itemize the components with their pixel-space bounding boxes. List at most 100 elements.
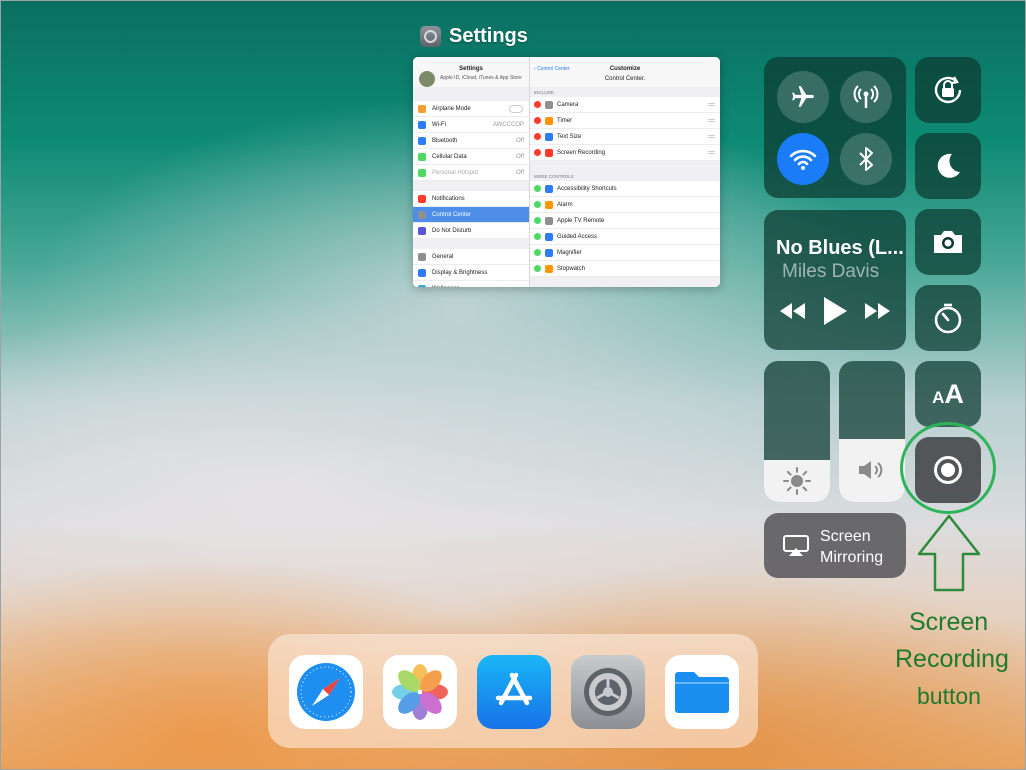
control-row-label: Screen Recording <box>557 149 606 156</box>
control-row-icon <box>545 148 553 157</box>
settings-row[interactable]: General <box>413 249 529 265</box>
control-row-icon <box>545 232 553 241</box>
settings-row[interactable]: Control Center <box>413 207 529 223</box>
add-icon[interactable] <box>534 233 541 240</box>
settings-row[interactable]: Cellular Data Off <box>413 149 529 165</box>
volume-slider[interactable] <box>839 361 905 502</box>
more-controls-header: MORE CONTROLS <box>534 174 574 179</box>
control-row-label: Text Size <box>557 133 582 140</box>
photos-icon[interactable] <box>383 655 457 729</box>
control-row[interactable]: Guided Access <box>530 229 720 245</box>
settings-app-snapshot[interactable]: Settings Apple ID, iCloud, iTunes & App … <box>413 57 720 287</box>
settings-icon[interactable] <box>571 655 645 729</box>
airplay-icon <box>783 535 809 556</box>
control-row-icon <box>545 264 553 273</box>
control-row[interactable]: Accessibility Shortcuts <box>530 181 720 197</box>
bluetooth-toggle[interactable] <box>840 133 892 185</box>
wifi-toggle[interactable] <box>777 133 829 185</box>
reorder-grip-icon[interactable] <box>708 103 715 106</box>
control-row-label: Alarm <box>557 201 573 208</box>
include-header: INCLUDE <box>534 90 554 95</box>
reorder-grip-icon[interactable] <box>708 135 715 138</box>
control-row[interactable]: Apple TV Remote <box>530 213 720 229</box>
dock <box>268 634 758 748</box>
settings-header: Settings Apple ID, iCloud, iTunes & App … <box>413 57 529 87</box>
customize-pane: ‹ Control Center Customize Control Cente… <box>530 57 720 287</box>
bluetooth-icon <box>859 147 873 171</box>
timer-icon <box>934 303 962 334</box>
settings-row[interactable]: Personal Hotspot Off <box>413 165 529 181</box>
control-row[interactable]: Magnifier <box>530 245 720 261</box>
rotation-lock-icon <box>934 76 962 104</box>
control-row-icon <box>545 184 553 193</box>
screen-mirroring-label-line1: Screen <box>820 528 871 545</box>
settings-row[interactable]: Do Not Disturb <box>413 223 529 239</box>
settings-row-value: Off <box>516 153 524 160</box>
settings-row-label: Do Not Disturb <box>432 227 472 234</box>
fast-forward-icon[interactable] <box>864 302 892 320</box>
settings-row[interactable]: Wi-Fi AWCCCOP <box>413 117 529 133</box>
add-icon[interactable] <box>534 201 541 208</box>
annotation-line3: button <box>917 683 981 709</box>
settings-row-icon <box>418 284 426 287</box>
settings-row[interactable]: Notifications <box>413 191 529 207</box>
up-arrow-icon <box>917 514 981 592</box>
customize-title: Customize <box>609 66 641 72</box>
add-icon[interactable] <box>534 249 541 256</box>
screen-mirroring-button[interactable]: Screen Mirroring <box>764 513 906 578</box>
annotation-line1: Screen <box>909 608 989 636</box>
settings-row[interactable]: Bluetooth Off <box>413 133 529 149</box>
toggle-switch[interactable] <box>509 104 523 113</box>
control-row-icon <box>545 100 553 109</box>
remove-icon[interactable] <box>534 133 541 140</box>
control-row[interactable]: Alarm <box>530 197 720 213</box>
app-store-icon[interactable] <box>477 655 551 729</box>
rewind-icon[interactable] <box>778 302 806 320</box>
sun-icon <box>783 466 811 495</box>
antenna-icon <box>853 85 879 108</box>
play-icon[interactable] <box>822 296 848 326</box>
artist-name: Miles Davis <box>782 261 880 282</box>
remove-icon[interactable] <box>534 117 541 124</box>
control-row[interactable]: Screen Recording <box>530 145 720 161</box>
connectivity-module <box>764 57 906 198</box>
settings-row-label: Wallpaper <box>432 286 459 288</box>
text-size-button[interactable]: AA <box>915 361 981 427</box>
reorder-grip-icon[interactable] <box>708 151 715 154</box>
settings-row-label: Airplane Mode <box>432 105 471 112</box>
settings-row-icon <box>418 136 426 145</box>
screen-mirroring-label-line2: Mirroring <box>820 549 884 566</box>
remove-icon[interactable] <box>534 101 541 108</box>
settings-row-icon <box>418 194 426 203</box>
now-playing-module[interactable]: No Blues (L... Miles Davis <box>764 210 906 350</box>
add-icon[interactable] <box>534 217 541 224</box>
brightness-slider[interactable] <box>764 361 830 502</box>
remove-icon[interactable] <box>534 149 541 156</box>
app-switcher-title: Settings <box>420 25 528 48</box>
settings-row[interactable]: Display & Brightness <box>413 265 529 281</box>
settings-row-label: Cellular Data <box>432 153 467 160</box>
settings-row-icon <box>418 210 426 219</box>
camera-button[interactable] <box>915 209 981 275</box>
settings-row-icon <box>418 168 426 177</box>
settings-row-label: General <box>432 253 454 260</box>
airplane-mode-toggle[interactable] <box>777 71 829 123</box>
control-row[interactable]: Timer <box>530 113 720 129</box>
control-row-label: Magnifier <box>557 249 582 256</box>
settings-row[interactable]: Wallpaper <box>413 281 529 287</box>
control-row[interactable]: Stopwatch <box>530 261 720 277</box>
files-icon[interactable] <box>665 655 739 729</box>
cellular-data-toggle[interactable] <box>840 71 892 123</box>
add-icon[interactable] <box>534 265 541 272</box>
timer-button[interactable] <box>915 285 981 351</box>
customize-header: ‹ Control Center Customize Control Cente… <box>530 57 720 87</box>
control-row[interactable]: Camera <box>530 97 720 113</box>
highlight-circle <box>900 422 996 514</box>
do-not-disturb-button[interactable] <box>915 133 981 199</box>
add-icon[interactable] <box>534 185 541 192</box>
reorder-grip-icon[interactable] <box>708 119 715 122</box>
control-row[interactable]: Text Size <box>530 129 720 145</box>
settings-row[interactable]: Airplane Mode <box>413 101 529 117</box>
safari-icon[interactable] <box>289 655 363 729</box>
rotation-lock-button[interactable] <box>915 57 981 123</box>
